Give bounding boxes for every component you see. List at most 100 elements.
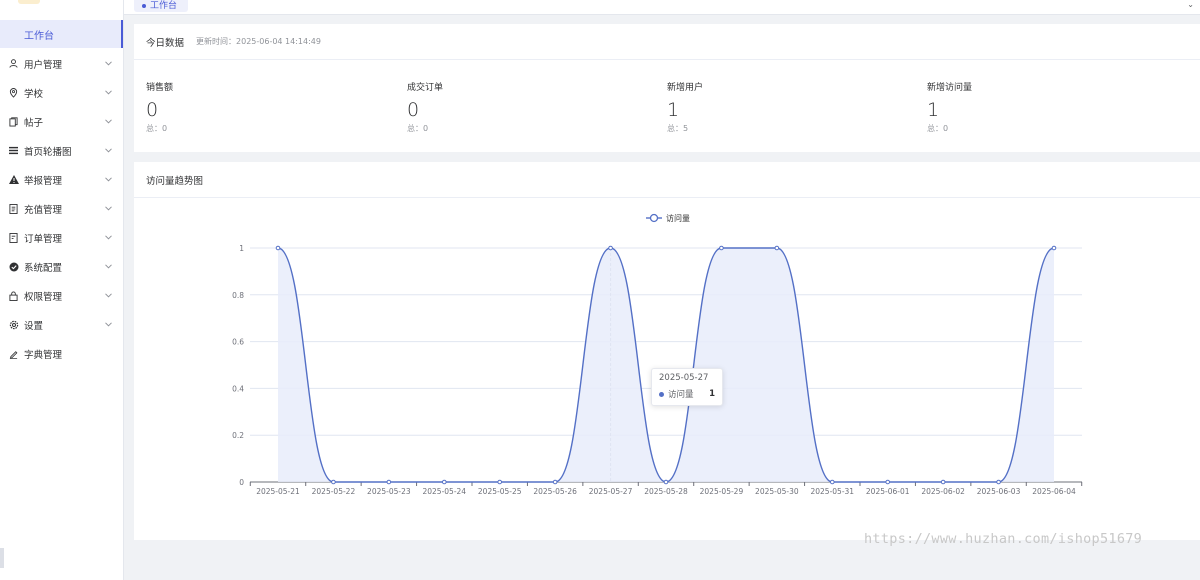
series-dot-icon — [659, 391, 664, 397]
stat-new-visits: 新增访问量 1 总：0 — [927, 80, 1167, 134]
data-point — [275, 245, 281, 251]
data-point — [441, 479, 447, 485]
x-tick-label: 2025-05-31 — [810, 487, 854, 496]
chevron-down-icon — [103, 262, 113, 271]
tooltip-date: 2025-05-27 — [659, 373, 709, 383]
y-tick-label: 0.4 — [232, 384, 244, 393]
tickets-icon — [8, 232, 19, 243]
sidebar-item-label: 帖子 — [24, 117, 44, 129]
x-tick-label: 2025-05-28 — [644, 487, 688, 496]
stats-row: 销售额 0 总：0 成交订单 0 总：0 新增用户 1 总：5 新增访问量 1 … — [134, 60, 1200, 152]
x-tick-label: 2025-05-26 — [533, 487, 577, 496]
chevron-down-icon — [103, 175, 113, 184]
list-icon — [8, 146, 19, 155]
x-tick-label: 2025-05-21 — [256, 487, 300, 496]
data-point — [497, 479, 503, 485]
x-tick-label: 2025-05-25 — [478, 487, 522, 496]
legend-marker-icon — [649, 213, 659, 223]
sidebar-item-8[interactable]: 权限管理 — [0, 281, 123, 310]
sidebar-item-9[interactable]: 设置 — [0, 310, 123, 339]
x-tick-label: 2025-06-01 — [866, 487, 910, 496]
tooltip-value: 1 — [709, 389, 715, 399]
stat-orders: 成交订单 0 总：0 — [407, 80, 647, 134]
x-tick-label: 2025-06-02 — [921, 487, 965, 496]
stat-total: 总：0 — [407, 124, 429, 133]
data-point — [996, 479, 1001, 485]
stat-total: 总：5 — [667, 124, 689, 133]
chevron-down-icon — [103, 233, 113, 242]
tab-workbench[interactable]: 工作台 — [134, 0, 188, 12]
sidebar-scrollbar[interactable] — [0, 548, 4, 568]
update-time: 更新时间：2025-06-04 14:14:49 — [196, 37, 321, 46]
sidebar-item-2[interactable]: 帖子 — [0, 107, 123, 136]
sidebar-item-label: 订单管理 — [24, 233, 63, 245]
sidebar-item-0[interactable]: 用户管理 — [0, 49, 123, 78]
data-point — [608, 245, 613, 251]
card-header: 今日数据 更新时间：2025-06-04 14:14:49 — [134, 24, 1200, 60]
y-tick-label: 0.6 — [232, 338, 244, 347]
today-data-card: 今日数据 更新时间：2025-06-04 14:14:49 销售额 0 总：0 … — [134, 24, 1200, 152]
stat-label: 新增用户 — [667, 83, 704, 93]
copy-icon — [8, 116, 19, 127]
sidebar-item-7[interactable]: 系统配置 — [0, 252, 123, 281]
stat-value: 1 — [927, 99, 940, 121]
data-point — [1051, 245, 1057, 251]
y-tick-label: 0 — [239, 478, 244, 487]
legend-label: 访问量 — [666, 213, 690, 223]
setting-icon — [8, 320, 19, 330]
data-point — [663, 479, 669, 485]
x-tick-label: 2025-05-27 — [589, 487, 633, 496]
x-tick-label: 2025-05-24 — [422, 487, 466, 496]
x-tick-label: 2025-05-22 — [312, 487, 356, 496]
tooltip-row: 访问量 1 — [659, 388, 715, 400]
chevron-down-icon — [103, 59, 113, 68]
stat-sales: 销售额 0 总：0 — [146, 80, 386, 134]
stat-value: 1 — [667, 99, 680, 121]
sidebar-item-label: 权限管理 — [24, 291, 63, 303]
chart-tooltip: 2025-05-27 访问量 1 — [651, 368, 723, 406]
sidebar-item-4[interactable]: 举报管理 — [0, 165, 123, 194]
tabs-bar: 工作台 ⌄ — [124, 0, 1200, 15]
tooltip-series: 访问量 — [668, 390, 694, 400]
data-point — [774, 245, 780, 251]
sidebar-item-1[interactable]: 学校 — [0, 78, 123, 107]
stat-total: 总：0 — [146, 124, 168, 133]
series-line — [277, 247, 1055, 483]
card-title: 访问量趋势图 — [146, 175, 204, 187]
x-tick-label: 2025-05-23 — [367, 487, 411, 496]
chevron-down-icon — [103, 117, 113, 126]
tab-label: 工作台 — [150, 1, 178, 11]
y-tick-label: 0.2 — [232, 431, 244, 440]
data-point — [331, 479, 336, 485]
stat-new-users: 新增用户 1 总：5 — [667, 80, 907, 134]
stat-label: 新增访问量 — [927, 83, 973, 93]
stat-label: 销售额 — [146, 83, 174, 93]
sidebar-item-label: 充值管理 — [24, 204, 63, 216]
chevron-down-icon — [103, 88, 113, 97]
sidebar-item-workbench[interactable]: 工作台 — [0, 20, 123, 48]
sidebar-item-label: 设置 — [24, 320, 44, 332]
data-point — [719, 245, 724, 251]
sidebar-menu: 用户管理学校帖子首页轮播图举报管理充值管理订单管理系统配置权限管理设置字典管理 — [0, 49, 123, 368]
chevron-down-icon[interactable]: ⌄ — [1187, 0, 1194, 9]
x-tick-label: 2025-05-29 — [700, 487, 744, 496]
data-point — [552, 479, 558, 485]
sidebar-item-3[interactable]: 首页轮播图 — [0, 136, 123, 165]
sidebar-item-label: 首页轮播图 — [24, 146, 72, 158]
sidebar-item-label: 用户管理 — [24, 59, 63, 71]
sidebar-item-label: 字典管理 — [24, 349, 63, 361]
chevron-down-icon — [103, 204, 113, 213]
sidebar-item-label: 工作台 — [24, 30, 54, 42]
tab-active-dot-icon — [142, 4, 146, 8]
watermark: https://www.huzhan.com/ishop51679 — [864, 531, 1143, 547]
sidebar-item-6[interactable]: 订单管理 — [0, 223, 123, 252]
chevron-down-icon — [103, 320, 113, 329]
stat-value: 0 — [146, 99, 159, 121]
sidebar-item-5[interactable]: 充值管理 — [0, 194, 123, 223]
x-tick-label: 2025-06-04 — [1032, 487, 1076, 496]
stat-label: 成交订单 — [407, 83, 444, 93]
sidebar-item-10[interactable]: 字典管理 — [0, 339, 123, 368]
x-tick-label: 2025-06-03 — [977, 487, 1021, 496]
card-header: 访问量趋势图 — [134, 162, 1200, 198]
visit-trend-card: 访问量趋势图 0 0.2 0.4 0.6 0.8 1 2025-05-21 2025-05-2… — [134, 162, 1200, 540]
